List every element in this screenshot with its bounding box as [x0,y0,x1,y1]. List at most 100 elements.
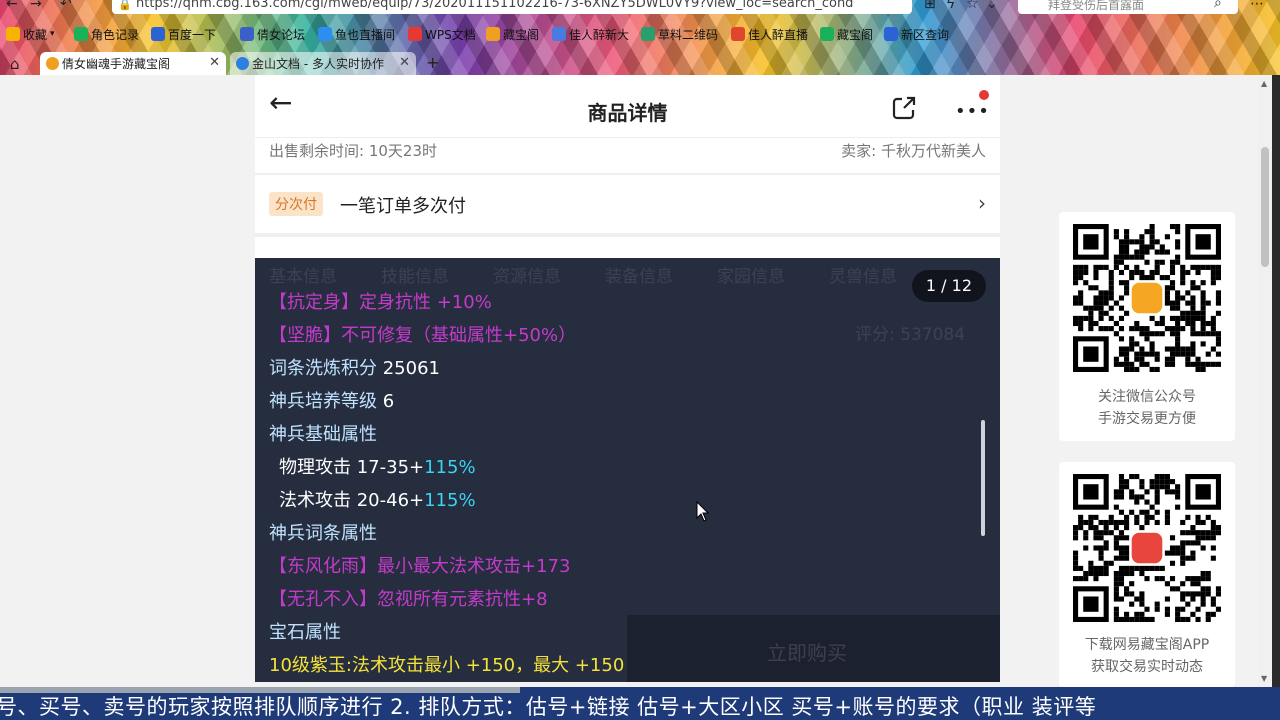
bookmark-item[interactable]: 新区查询 [884,24,949,44]
attribute-text: 115% [424,457,476,478]
scroll-up-icon[interactable]: ▲ [1261,79,1267,88]
bookmark-item[interactable]: 百度一下 [151,24,216,44]
mouse-cursor-icon [696,500,710,522]
more-icon[interactable]: ••• [955,101,990,122]
attribute-line: 10级紫玉:法术攻击最小 +150，最大 +150 [269,649,969,682]
tab-active[interactable]: 倩女幽魂手游藏宝阁 ✕ [40,52,226,75]
ghost-tab: 装备信息 [605,267,673,287]
attribute-text: 神兵培养等级 [269,391,383,412]
attribute-line: 【无孔不入】忽视所有元素抗性+8 [269,583,969,616]
ghost-tab-strip: 基本信息 技能信息 资源信息 装备信息 家园信息 灵兽信息 [269,260,989,287]
new-tab-icon[interactable]: + [426,53,439,72]
qr-caption: 关注微信公众号 手游交易更方便 [1098,389,1196,427]
menu-icon[interactable]: ⋯ [1250,0,1264,12]
attribute-line: 【抗定身】定身抗性 +10% [269,286,969,319]
mobile-view: ← 商品详情 ••• 出售剩余时间: 10天23时 卖家: 千秋万代新美人 分次… [255,75,1000,682]
site-icon [46,57,59,70]
tab-strip: ⌂ 倩女幽魂手游藏宝阁 ✕ 金山文档 - 多人实时协作 ✕ + [0,52,1280,75]
attribute-text: 10级紫玉:法术攻击最小 +150，最大 +150 [269,655,625,676]
ghost-tab: 灵兽信息 [829,267,897,287]
attribute-line: 神兵培养等级 6 [269,385,969,418]
qr-icon [641,27,655,41]
attribute-line: 【东风化雨】最小最大法术攻击+173 [269,550,969,583]
back-icon[interactable]: ← [6,0,18,12]
address-bar-row: ← → ↶ 🔒 https://qnm.cbg.163.com/cgi/mweb… [0,0,1280,16]
qr-code-icon[interactable] [1073,474,1221,622]
attribute-text: 6 [382,391,395,412]
browser-chrome: ← → ↶ 🔒 https://qnm.cbg.163.com/cgi/mweb… [0,0,1280,75]
split-payment-text: 一笔订单多次付 [340,196,466,217]
star-icon [6,27,20,41]
qr-code-icon[interactable] [1073,224,1221,372]
attribute-text: 宝石属性 [269,622,341,643]
site-icon [240,27,254,41]
lock-icon: 🔒 [118,0,132,11]
ticker-text: 号、买号、卖号的玩家按照排队顺序进行 2. 排队方式：估号+链接 估号+大区小区… [0,695,1097,719]
share-icon[interactable] [891,95,917,121]
attribute-text: 【抗定身】定身抗性 +10% [269,292,492,313]
bookmark-item[interactable]: 佳人醉新大 [552,24,629,44]
viewer-scrollbar[interactable] [981,420,985,536]
bookmark-item[interactable]: 藏宝阁 [486,24,539,44]
reader-icon[interactable]: ⊞ [924,0,936,12]
chevron-down-icon[interactable]: ⌄ [986,0,998,12]
attribute-list: 【抗定身】定身抗性 +10% 【坚脆】不可修复（基础属性+50%） 词条洗炼积分 2… [269,286,969,682]
site-icon [731,27,745,41]
site-icon [236,57,249,70]
scroll-down-icon[interactable]: ▼ [1261,674,1267,683]
forward-icon[interactable]: → [30,0,42,12]
bookmark-item[interactable]: 佳人醉直播 [731,24,808,44]
window-edge [1272,75,1280,687]
attribute-text: 神兵词条属性 [269,523,377,544]
page-scrollbar[interactable]: ▲ ▼ [1258,75,1272,687]
site-icon [486,27,500,41]
attribute-text: 115% [424,490,476,511]
attribute-text: 物理攻击 17-35+ [279,457,425,478]
seller-name: 卖家: 千秋万代新美人 [841,142,986,160]
bottom-ticker: 号、买号、卖号的玩家按照排队顺序进行 2. 排队方式：估号+链接 估号+大区小区… [0,687,1280,720]
attribute-text: 【东风化雨】最小最大法术攻击+173 [269,556,571,577]
address-url[interactable]: https://qnm.cbg.163.com/cgi/mweb/equip/7… [136,0,853,11]
globe-icon [884,27,898,41]
attribute-text: 【无孔不入】忽视所有元素抗性+8 [269,589,548,610]
bookmark-item[interactable]: WPS文档 [408,24,476,44]
baidu-icon [151,27,165,41]
ghost-tab: 资源信息 [493,267,561,287]
attribute-line: 神兵基础属性 [269,418,969,451]
lightning-icon[interactable]: ϟ [946,0,955,12]
search-input[interactable]: 拜登受伤后首露面 [1048,0,1144,13]
bookmark-favorites[interactable]: 收藏 ▾ [6,24,55,44]
bookmark-item[interactable]: 鱼也直播间 [318,24,395,44]
wps-icon [820,27,834,41]
bookmark-item[interactable]: 藏宝阁 [820,24,873,44]
bookmark-item[interactable]: 倩女论坛 [240,24,305,44]
attribute-line: 宝石属性 [269,616,969,649]
remaining-time: 出售剩余时间: 10天23时 [269,142,437,160]
star-icon[interactable]: ☆ [966,0,979,12]
image-viewer-overlay[interactable]: 基本信息 技能信息 资源信息 装备信息 家园信息 灵兽信息 评分: 537084… [255,258,1000,682]
bookmark-item[interactable]: 草料二维码 [641,24,718,44]
attribute-text: 神兵基础属性 [269,424,377,445]
bookmarks-bar: 收藏 ▾ 角色记录 百度一下 倩女论坛 鱼也直播间 WPS文档 藏宝阁 佳人醉新大… [0,24,1280,44]
close-icon[interactable]: ✕ [209,55,220,70]
home-icon[interactable]: ⌂ [10,55,20,73]
scrollbar-thumb[interactable] [1261,147,1269,267]
tab-inactive[interactable]: 金山文档 - 多人实时协作 ✕ [230,52,416,75]
qr-caption: 下载网易藏宝阁APP 获取交易实时动态 [1084,637,1210,675]
attribute-line: 物理攻击 17-35+115% [269,451,969,484]
wps-icon [74,27,88,41]
close-icon[interactable]: ✕ [399,55,410,70]
split-payment-row[interactable]: 分次付 一笔订单多次付 › [255,175,1000,233]
search-icon[interactable]: ⌕ [1214,0,1222,11]
undo-icon[interactable]: ↶ [60,0,72,12]
bookmark-item[interactable]: 角色记录 [74,24,139,44]
attribute-line: 法术攻击 20-46+115% [269,484,969,517]
attribute-text: 法术攻击 20-46+ [279,490,425,511]
ghost-tab: 基本信息 [269,267,337,287]
split-payment-badge: 分次付 [269,192,323,216]
attribute-line: 神兵词条属性 [269,517,969,550]
wps-icon [408,27,422,41]
page-title: 商品详情 [587,101,668,125]
attribute-text: 25061 [382,358,440,379]
site-icon [552,27,566,41]
